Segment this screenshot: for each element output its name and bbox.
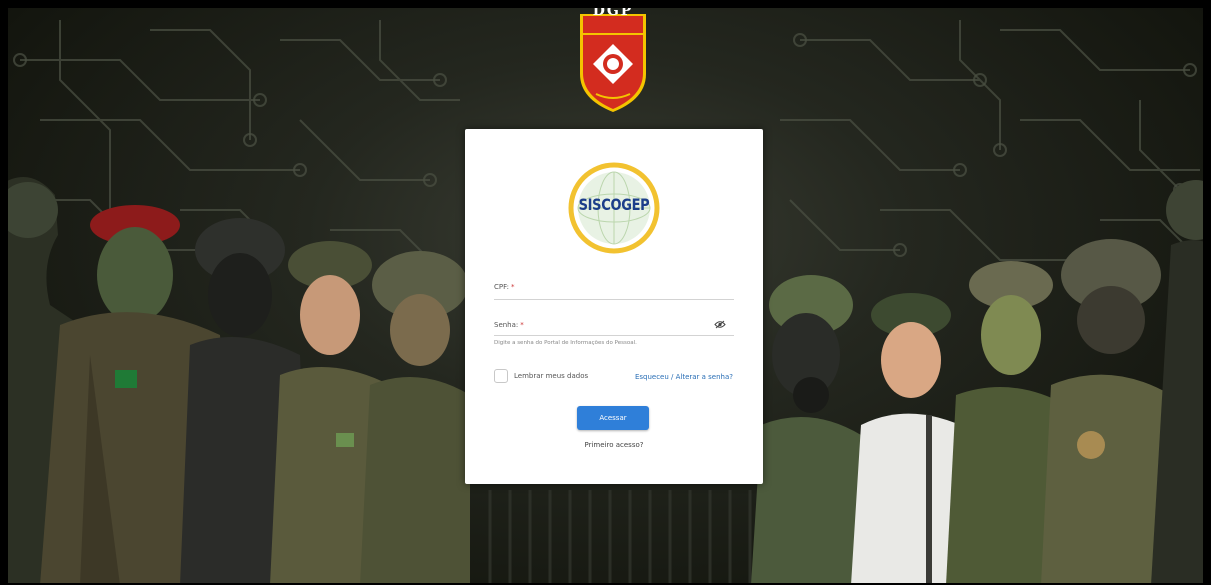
forgot-password-link[interactable]: Esqueceu / Alterar a senha? [635,373,733,381]
login-card: SISCOGEP CPF: * Senha: * Digite a senha do… [465,129,763,484]
eye-slash-icon[interactable] [714,320,726,329]
remember-checkbox[interactable] [494,369,508,383]
senha-hint: Digite a senha do Portal de Informações … [494,340,637,346]
cpf-input[interactable] [524,279,708,297]
access-button[interactable]: Acessar [577,406,649,430]
first-access-link[interactable]: Primeiro acesso? [465,441,763,449]
dgp-emblem-icon [580,14,646,112]
remember-label: Lembrar meus dados [514,372,589,380]
soldiers-right-image [751,180,1211,585]
senha-field: Senha: * [494,317,734,336]
senha-input[interactable] [524,317,708,335]
login-screen: DGP SISCOGEP CPF: * Senha: * Digite a se… [0,0,1211,585]
cpf-field: CPF: * [494,279,734,300]
remember-me: Lembrar meus dados [494,369,588,383]
logo-text: SISCOGEP [578,196,650,215]
cpf-label: CPF: * [494,283,515,291]
required-mark: * [510,283,515,291]
emblem-text: DGP [592,3,634,19]
senha-label: Senha: * [494,321,524,329]
soldiers-left-image [0,177,470,585]
